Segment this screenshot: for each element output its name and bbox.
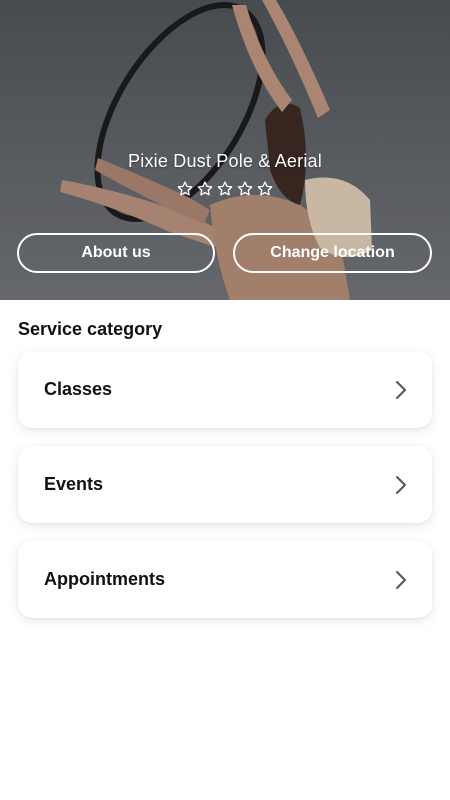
star-icon bbox=[257, 181, 273, 196]
service-item-events[interactable]: Events bbox=[18, 446, 432, 523]
star-icon bbox=[197, 181, 213, 196]
star-icon bbox=[177, 181, 193, 196]
service-item-appointments[interactable]: Appointments bbox=[18, 541, 432, 618]
star-icon bbox=[217, 181, 233, 196]
rating-stars bbox=[0, 180, 450, 198]
chevron-right-icon bbox=[396, 380, 406, 399]
chevron-right-icon bbox=[396, 475, 406, 494]
service-item-label: Appointments bbox=[44, 569, 165, 589]
change-location-button[interactable]: Change location bbox=[233, 233, 432, 273]
studio-name: Pixie Dust Pole & Aerial bbox=[128, 151, 322, 171]
service-category-title: Service category bbox=[18, 319, 163, 339]
about-us-button[interactable]: About us bbox=[17, 233, 215, 273]
service-item-label: Classes bbox=[44, 379, 113, 399]
hero-banner: Pixie Dust Pole & Aerial About us Change… bbox=[0, 0, 450, 300]
service-item-label: Events bbox=[44, 474, 104, 494]
chevron-right-icon bbox=[396, 570, 406, 589]
service-item-classes[interactable]: Classes bbox=[18, 351, 432, 428]
star-icon bbox=[237, 181, 253, 196]
